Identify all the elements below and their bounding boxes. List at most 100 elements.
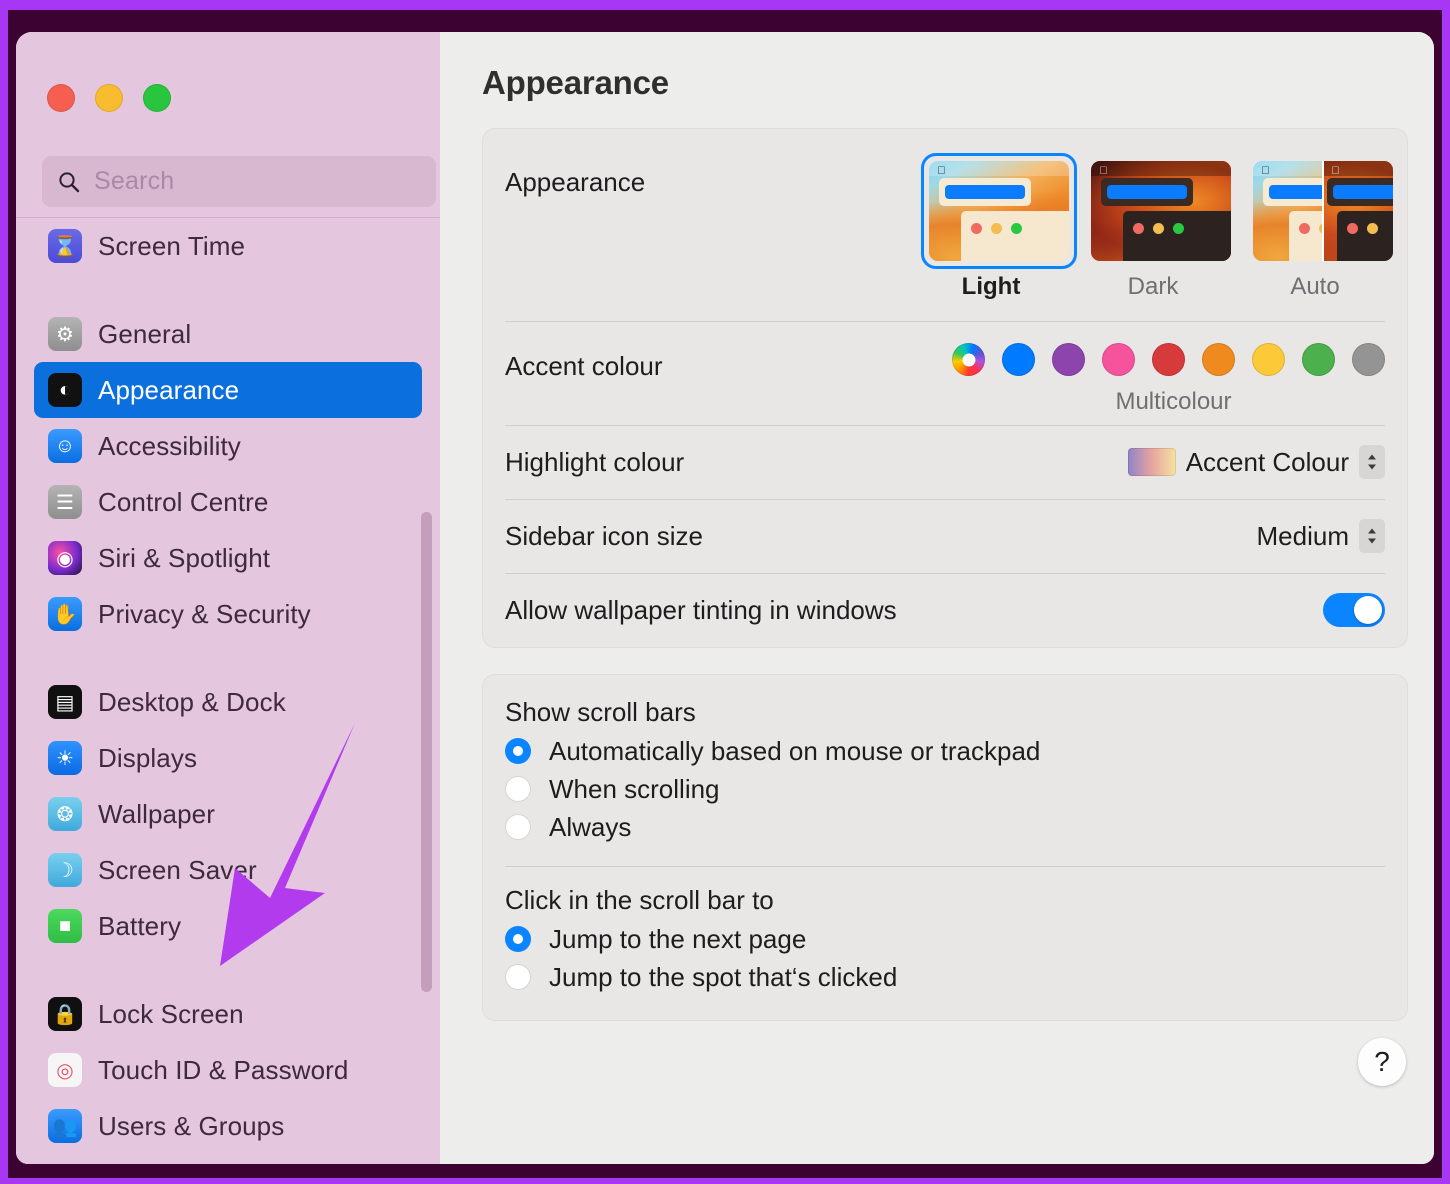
sidebar-item-users-groups[interactable]: 👥 Users & Groups — [34, 1098, 422, 1154]
wallpaper-tinting-right — [1323, 593, 1385, 627]
highlight-colour-popup[interactable]: Accent Colour — [1127, 445, 1385, 479]
mini-dot-red — [1133, 223, 1144, 234]
sidebar-item-label: Users & Groups — [98, 1110, 285, 1141]
auto-right-half:  — [1323, 161, 1393, 261]
appearance-row: Appearance  — [505, 129, 1393, 321]
chevron-updown-icon[interactable] — [1359, 519, 1385, 553]
accent-swatch-yellow[interactable] — [1252, 343, 1285, 376]
sidebar-item-label: Lock Screen — [98, 998, 244, 1029]
radio-label: Jump to the next page — [549, 923, 807, 954]
sidebar-item-siri-spotlight[interactable]: ◉ Siri & Spotlight — [34, 530, 422, 586]
radio-scrollbars-automatic[interactable]: Automatically based on mouse or trackpad — [505, 732, 1385, 770]
wallpaper-tinting-toggle[interactable] — [1323, 593, 1385, 627]
sidebar-item-general[interactable]: ⚙ General — [34, 306, 422, 362]
appearance-settings-card: Appearance  — [482, 128, 1408, 648]
sidebar-item-lock-screen[interactable]: 🔒 Lock Screen — [34, 986, 422, 1042]
control-centre-icon: ☰ — [48, 485, 82, 519]
accent-swatch-green[interactable] — [1302, 343, 1335, 376]
mini-window-dark — [1123, 211, 1231, 261]
appearance-row-label: Appearance — [505, 167, 646, 197]
radio-scrollbars-when-scrolling[interactable]: When scrolling — [505, 770, 1385, 808]
sidebar-item-touch-id-password[interactable]: ◎ Touch ID & Password — [34, 1042, 422, 1098]
help-button[interactable]: ? — [1358, 1038, 1406, 1086]
sidebar-item-desktop-dock[interactable]: ▤ Desktop & Dock — [34, 674, 422, 730]
privacy-hand-icon: ✋ — [48, 597, 82, 631]
minimise-button[interactable] — [95, 84, 123, 112]
sidebar-item-wallpaper[interactable]: ❂ Wallpaper — [34, 786, 422, 842]
search-placeholder: Search — [94, 167, 175, 195]
mini-sheet-bar — [945, 185, 1025, 199]
accent-swatch-blue[interactable] — [1002, 343, 1035, 376]
apple-logo-icon:  — [937, 166, 946, 177]
accent-swatch-purple[interactable] — [1052, 343, 1085, 376]
scroll-card-divider — [505, 866, 1385, 867]
sidebar-item-privacy-security[interactable]: ✋ Privacy & Security — [34, 586, 422, 642]
close-button[interactable] — [47, 84, 75, 112]
mini-traffic-lights — [1299, 223, 1323, 234]
sidebar-item-displays[interactable]: ☀ Displays — [34, 730, 422, 786]
sidebar-item-screen-time[interactable]: ⌛ Screen Time — [34, 218, 422, 274]
theme-option-dark[interactable]:  — [1083, 153, 1231, 301]
accent-swatch-graphite[interactable] — [1352, 343, 1385, 376]
sidebar-scroll-area[interactable]: ⌛ Screen Time ⚙ General ◐ Appearance ☺ Accessib… — [16, 218, 440, 1164]
sidebar-group-3: 🔒 Lock Screen ◎ Touch ID & Password 👥 Users &… — [16, 986, 440, 1154]
sidebar-icon-size-value: Medium — [1256, 520, 1349, 551]
mini-window-dark — [1337, 211, 1393, 261]
zoom-button[interactable] — [143, 84, 171, 112]
theme-option-auto[interactable]:  — [1245, 153, 1393, 301]
radio-button-icon[interactable] — [505, 814, 531, 840]
accent-swatch-red[interactable] — [1152, 343, 1185, 376]
sidebar-icon-size-row: Sidebar icon size Medium — [505, 499, 1385, 573]
sidebar-scrollbar[interactable] — [421, 512, 432, 992]
radio-button-icon[interactable] — [505, 738, 531, 764]
accent-colour-control: Multicolour — [952, 343, 1385, 416]
sidebar-item-label: Control Centre — [98, 486, 269, 517]
theme-dark-thumbnail:  — [1091, 161, 1231, 261]
highlight-colour-right: Accent Colour — [1127, 445, 1385, 479]
theme-auto-label: Auto — [1290, 273, 1340, 300]
mini-menubar-dark — [1091, 161, 1231, 176]
radio-click-next-page[interactable]: Jump to the next page — [505, 920, 1385, 958]
highlight-colour-value: Accent Colour — [1185, 446, 1349, 477]
theme-option-light[interactable]:  — [921, 153, 1077, 301]
accent-colour-label: Accent colour — [505, 351, 663, 381]
theme-dark-label: Dark — [1127, 273, 1179, 300]
mini-dot-green — [1011, 223, 1022, 234]
mini-sheet-bar-dark — [1333, 185, 1393, 199]
accent-swatch-multicolour[interactable] — [952, 343, 985, 376]
accent-swatch-pink[interactable] — [1102, 343, 1135, 376]
radio-button-icon[interactable] — [505, 776, 531, 802]
theme-light-label: Light — [961, 273, 1021, 300]
radio-label: Always — [549, 811, 632, 842]
siri-icon: ◉ — [48, 541, 82, 575]
desktop-dock-icon: ▤ — [48, 685, 82, 719]
sidebar-item-accessibility[interactable]: ☺ Accessibility — [34, 418, 422, 474]
theme-light-thumbnail:  — [929, 161, 1069, 261]
wallpaper-tinting-row: Allow wallpaper tinting in windows — [505, 573, 1385, 647]
mini-sheet-bar — [1269, 185, 1323, 199]
sidebar-item-battery[interactable]: ■ Battery — [34, 898, 422, 954]
wallpaper-icon: ❂ — [48, 797, 82, 831]
chevron-updown-icon[interactable] — [1359, 445, 1385, 479]
radio-click-spot-clicked[interactable]: Jump to the spot that‘s clicked — [505, 958, 1385, 996]
accent-swatch-orange[interactable] — [1202, 343, 1235, 376]
mini-dot-red — [971, 223, 982, 234]
system-settings-window: Search ⌛ Screen Time ⚙ General ◐ Appearance ☺ A… — [16, 32, 1434, 1164]
search-input[interactable]: Search — [42, 156, 436, 207]
radio-button-icon[interactable] — [505, 964, 531, 990]
sidebar-item-control-centre[interactable]: ☰ Control Centre — [34, 474, 422, 530]
appearance-theme-options:  — [921, 153, 1393, 301]
screen-time-icon: ⌛ — [48, 229, 82, 263]
radio-button-icon[interactable] — [505, 926, 531, 952]
sidebar: Search ⌛ Screen Time ⚙ General ◐ Appearance ☺ A… — [16, 32, 440, 1164]
auto-split-divider — [1322, 161, 1324, 261]
mini-dot-yellow — [1367, 223, 1378, 234]
mini-traffic-lights — [971, 223, 1022, 234]
click-scroll-bar-title: Click in the scroll bar to — [505, 885, 774, 915]
sidebar-icon-size-popup[interactable]: Medium — [1257, 519, 1385, 553]
radio-scrollbars-always[interactable]: Always — [505, 808, 1385, 846]
sidebar-item-screen-saver[interactable]: ☽ Screen Saver — [34, 842, 422, 898]
sidebar-item-appearance[interactable]: ◐ Appearance — [34, 362, 422, 418]
mini-dot-yellow — [991, 223, 1002, 234]
sidebar-group-1: ⚙ General ◐ Appearance ☺ Accessibility ☰ Contro… — [16, 306, 440, 642]
